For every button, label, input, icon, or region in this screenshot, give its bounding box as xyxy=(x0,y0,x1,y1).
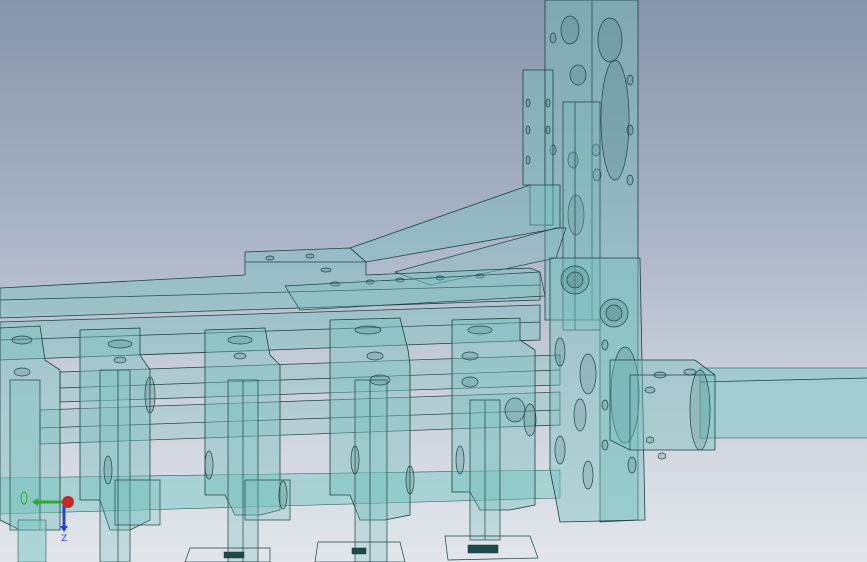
triad-z-arrow xyxy=(60,526,68,532)
pipe-right xyxy=(699,367,867,439)
triad-x-arrow xyxy=(32,498,38,506)
right-block xyxy=(609,359,716,460)
clamp-assembly-4 xyxy=(451,317,537,541)
graphics-viewport[interactable]: .b { fill: rgba(118,192,190,0.42); strok… xyxy=(0,0,867,562)
triad-x-label-marker xyxy=(20,491,28,505)
triad-y-axis xyxy=(62,496,74,508)
clamp-assembly-3 xyxy=(329,317,415,562)
coordinate-triad-icon: Z xyxy=(20,491,74,542)
clamp-assembly-2 xyxy=(204,327,291,562)
cad-model-scene[interactable]: .b { fill: rgba(118,192,190,0.42); strok… xyxy=(0,0,867,562)
triad-z-label: Z xyxy=(61,534,67,542)
clamp-assembly-1 xyxy=(79,327,161,562)
